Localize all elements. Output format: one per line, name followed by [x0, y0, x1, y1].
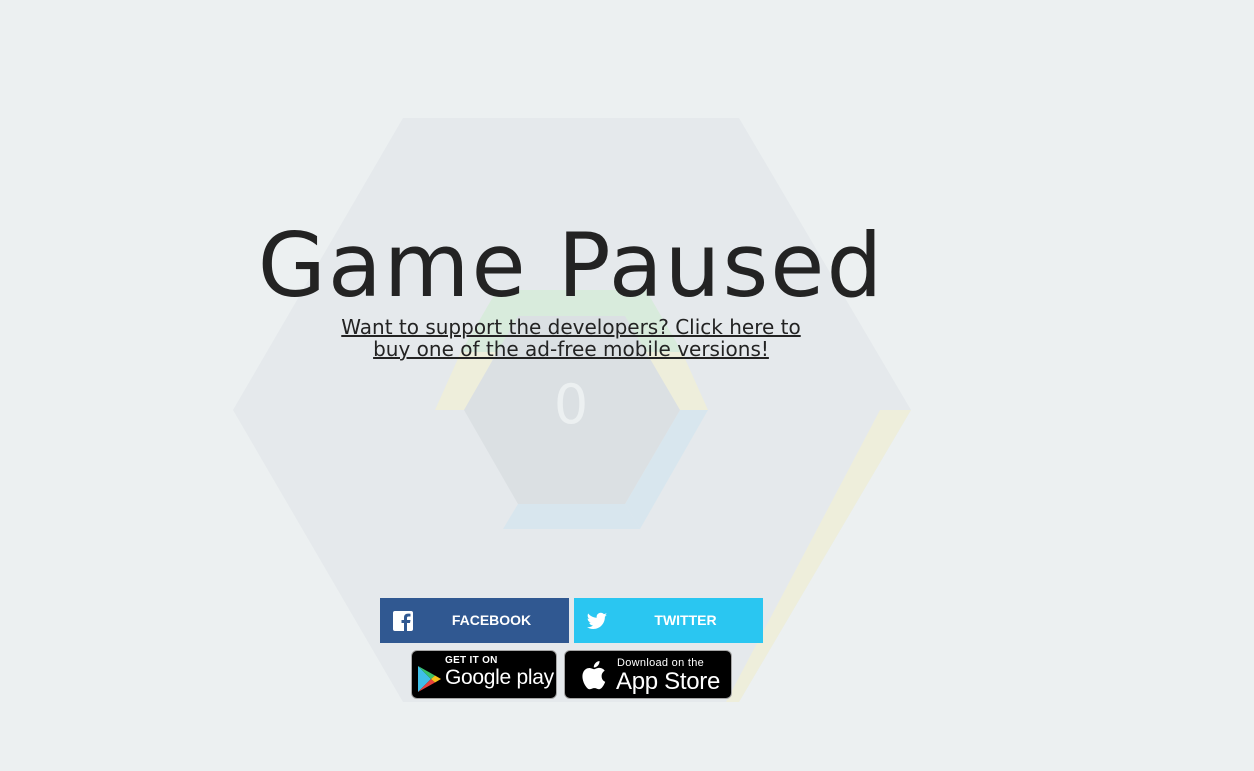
pause-title: Game Paused [257, 214, 885, 317]
google-play-icon [418, 666, 441, 692]
facebook-share-button[interactable]: FACEBOOK [380, 598, 569, 643]
google-play-badge[interactable]: GET IT ON Google play [411, 650, 557, 699]
app-store-big-text: App Store [616, 668, 721, 695]
twitter-share-button[interactable]: TWITTER [574, 598, 763, 643]
game-stage: 0 Game Paused Want to support the develo… [0, 0, 1254, 771]
google-play-small-text: GET IT ON [445, 655, 498, 666]
facebook-label: FACEBOOK [451, 612, 532, 628]
twitter-icon [586, 612, 608, 629]
apple-icon [582, 661, 606, 690]
score-display: 0 [553, 373, 589, 436]
lane-bottom-blue [503, 504, 640, 529]
support-developers-link[interactable]: Want to support the developers? Click he… [320, 316, 822, 360]
app-store-badge[interactable]: Download on the App Store [564, 650, 732, 699]
google-play-big-text: Google play [445, 666, 554, 689]
facebook-icon [393, 611, 413, 631]
twitter-label: TWITTER [654, 612, 717, 628]
